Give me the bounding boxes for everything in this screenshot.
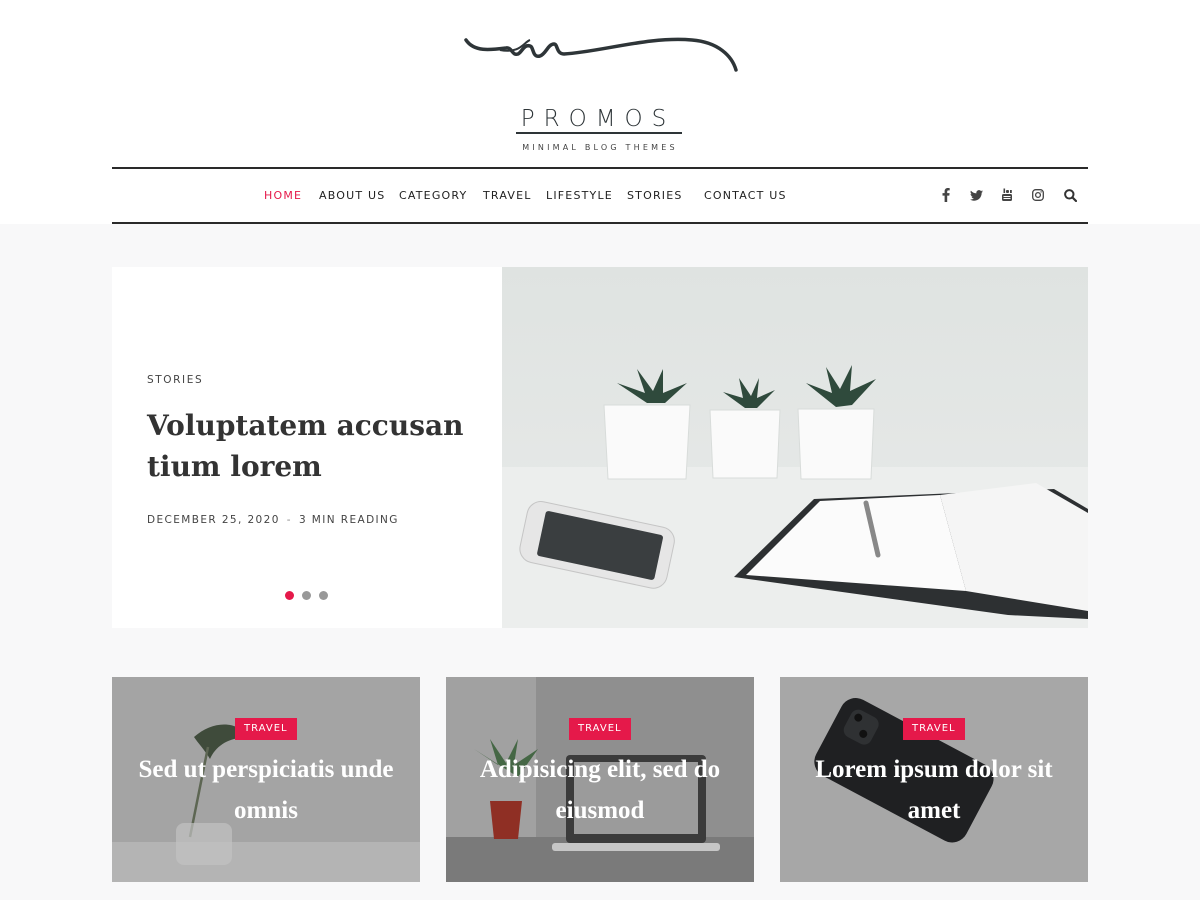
nav-item-contact-us[interactable]: CONTACT US — [704, 189, 787, 202]
nav-item-home[interactable]: HOME — [264, 189, 302, 202]
post-category-badge[interactable]: TRAVEL — [569, 718, 631, 740]
instagram-icon[interactable] — [1030, 187, 1046, 203]
slider-dot-1[interactable] — [285, 591, 294, 600]
hero-category[interactable]: STORIES — [147, 374, 203, 386]
hero-photo-illustration — [502, 267, 1088, 628]
nav-item-travel[interactable]: TRAVEL — [483, 189, 532, 202]
post-card-1[interactable]: TRAVEL Sed ut perspiciatis unde omnis — [112, 677, 420, 882]
meta-separator: - — [286, 514, 292, 526]
post-title[interactable]: Adipisicing elit, sed do eiusmod — [460, 749, 740, 831]
nav-item-category[interactable]: CATEGORY — [399, 189, 467, 202]
logo-tagline: MINIMAL BLOG THEMES — [522, 143, 678, 152]
nav-item-about-us[interactable]: ABOUT US — [319, 189, 385, 202]
hero-meta: DECEMBER 25, 2020-3 MIN READING — [147, 514, 399, 526]
logo-wordmark: PROMOS — [520, 106, 676, 132]
logo-underline — [516, 132, 682, 134]
post-card-2[interactable]: TRAVEL Adipisicing elit, sed do eiusmod — [446, 677, 754, 882]
slider-dot-2[interactable] — [302, 591, 311, 600]
twitter-icon[interactable] — [968, 187, 984, 203]
site-logo[interactable]: PROMOS MINIMAL BLOG THEMES — [460, 30, 740, 152]
facebook-icon[interactable] — [938, 187, 954, 203]
nav-item-stories[interactable]: STORIES — [627, 189, 683, 202]
post-title[interactable]: Sed ut perspiciatis unde omnis — [126, 749, 406, 831]
post-category-badge[interactable]: TRAVEL — [903, 718, 965, 740]
featured-slider: STORIES Voluptatem accusan tium lorem DE… — [112, 267, 1088, 628]
nav-menu: HOME ABOUT US CATEGORY TRAVEL LIFESTYLE … — [112, 169, 1088, 222]
hero-image[interactable] — [502, 267, 1088, 628]
logo-swoosh — [464, 37, 738, 72]
post-category-badge[interactable]: TRAVEL — [235, 718, 297, 740]
youtube-icon[interactable] — [999, 187, 1015, 203]
post-title[interactable]: Lorem ipsum dolor sit amet — [794, 749, 1074, 831]
post-card-3[interactable]: TRAVEL Lorem ipsum dolor sit amet — [780, 677, 1088, 882]
main-navigation: HOME ABOUT US CATEGORY TRAVEL LIFESTYLE … — [112, 167, 1088, 224]
slider-dot-3[interactable] — [319, 591, 328, 600]
slider-pagination — [285, 591, 328, 600]
site-header: PROMOS MINIMAL BLOG THEMES HOME ABOUT US… — [0, 0, 1200, 224]
search-icon[interactable] — [1062, 187, 1078, 203]
hero-title[interactable]: Voluptatem accusan tium lorem — [147, 405, 467, 487]
nav-item-lifestyle[interactable]: LIFESTYLE — [546, 189, 613, 202]
hero-reading-time: 3 MIN READING — [298, 514, 399, 526]
hero-date: DECEMBER 25, 2020 — [147, 514, 280, 526]
